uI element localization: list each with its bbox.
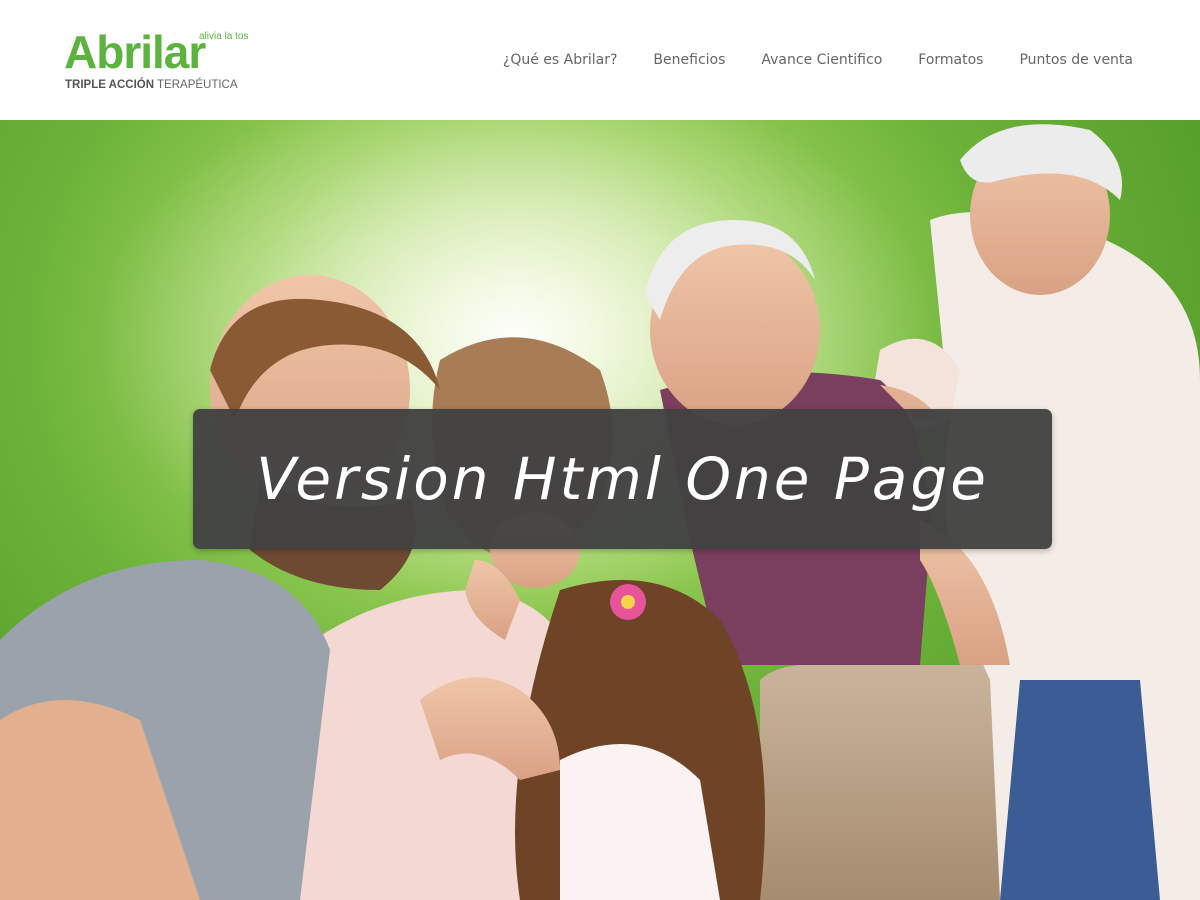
site-header: Abrilar alivia la tos TRIPLE ACCIÓN TERA…: [0, 0, 1200, 120]
nav-item-que-es-abrilar[interactable]: ¿Qué es Abrilar?: [503, 50, 618, 70]
nav-item-beneficios[interactable]: Beneficios: [653, 50, 725, 70]
nav-item-puntos-de-venta[interactable]: Puntos de venta: [1019, 50, 1133, 70]
logo-subtitle-bold: TRIPLE ACCIÓN: [65, 79, 155, 91]
logo-subtitle: TRIPLE ACCIÓN TERAPÉUTICA: [65, 79, 238, 91]
main-nav: ¿Qué es Abrilar? Beneficios Avance Cient…: [503, 50, 1133, 70]
hero-section: Version Html One Page: [0, 120, 1200, 900]
hero-banner: Version Html One Page: [193, 409, 1052, 549]
logo-wordmark: Abrilar: [64, 26, 206, 78]
hero-banner-text: Version Html One Page: [256, 445, 989, 513]
abrilar-logo[interactable]: Abrilar alivia la tos TRIPLE ACCIÓN TERA…: [64, 28, 264, 98]
nav-item-formatos[interactable]: Formatos: [918, 50, 983, 70]
logo-tagline: alivia la tos: [199, 31, 249, 42]
nav-item-avance-cientifico[interactable]: Avance Cientifico: [761, 50, 882, 70]
logo-subtitle-rest: TERAPÉUTICA: [154, 79, 238, 91]
